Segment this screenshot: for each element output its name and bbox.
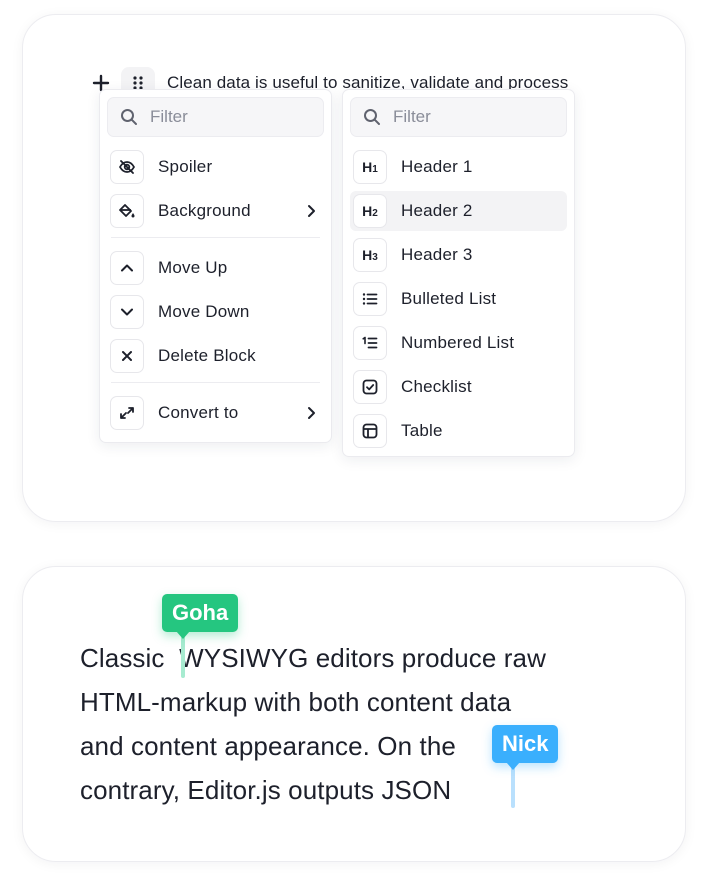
paragraph-line: and content appearance. On the (80, 731, 456, 761)
block-tunes-filter[interactable] (107, 97, 324, 137)
menu-item-bulleted-list[interactable]: Bulleted List (350, 279, 567, 319)
menu-item-label: Header 3 (401, 245, 473, 264)
heading-1-icon: H1 (353, 150, 387, 184)
collab-paragraph[interactable]: Classic WYSIWYG editors produce raw HTML… (80, 636, 640, 812)
convert-filter[interactable] (350, 97, 567, 137)
heading-glyph: H (362, 202, 373, 219)
convert-arrows-icon (110, 396, 144, 430)
heading-level: 1 (372, 163, 378, 175)
filter-input[interactable] (393, 107, 543, 127)
heading-glyph: H (362, 246, 373, 263)
heading-level: 3 (372, 251, 378, 263)
menu-item-label: Spoiler (158, 157, 213, 176)
chevron-right-icon (308, 407, 315, 419)
eye-off-icon (110, 150, 144, 184)
search-icon (121, 109, 137, 125)
menu-item-table[interactable]: Table (350, 411, 567, 451)
chevron-right-icon (308, 205, 315, 217)
collab-cursor-label-goha: Goha (162, 594, 239, 639)
menu-item-move-down[interactable]: Move Down (107, 292, 324, 332)
heading-glyph: H (362, 158, 373, 175)
paragraph-line: Classic WYSIWYG editors produce raw (80, 643, 546, 673)
menu-item-convert-to[interactable]: Convert to (107, 393, 324, 433)
collab-caret-nick (511, 766, 515, 808)
menu-item-label: Background (158, 201, 251, 220)
menu-item-label: Convert to (158, 403, 239, 422)
menu-item-label: Checklist (401, 377, 472, 396)
menu-item-header-2[interactable]: H2 Header 2 (350, 191, 567, 231)
chevron-down-icon (110, 295, 144, 329)
menu-item-label: Header 1 (401, 157, 473, 176)
menu-item-move-up[interactable]: Move Up (107, 248, 324, 288)
paint-bucket-icon (110, 194, 144, 228)
collab-caret-goha (181, 636, 185, 678)
block-tunes-menu: Spoiler Background Move Up Mo (99, 89, 332, 443)
checklist-icon (353, 370, 387, 404)
menu-item-numbered-list[interactable]: Numbered List (350, 323, 567, 363)
menu-item-label: Header 2 (401, 201, 473, 220)
numbered-list-icon (353, 326, 387, 360)
cross-icon (110, 339, 144, 373)
menu-item-label: Numbered List (401, 333, 515, 352)
filter-input[interactable] (150, 107, 300, 127)
bulleted-list-icon (353, 282, 387, 316)
convert-to-menu: H1 Header 1 H2 Header 2 H3 Header 3 Bull… (342, 89, 575, 457)
paragraph-line: contrary, Editor.js outputs JSON (80, 775, 452, 805)
menu-item-label: Table (401, 421, 443, 440)
menu-item-label: Bulleted List (401, 289, 497, 308)
search-icon (364, 109, 380, 125)
chevron-up-icon (110, 251, 144, 285)
menu-item-label: Move Up (158, 258, 228, 277)
menu-separator (111, 382, 320, 383)
heading-3-icon: H3 (353, 238, 387, 272)
menu-item-label: Delete Block (158, 346, 256, 365)
heading-level: 2 (372, 207, 378, 219)
menu-item-background[interactable]: Background (107, 191, 324, 231)
menu-item-checklist[interactable]: Checklist (350, 367, 567, 407)
menu-item-header-1[interactable]: H1 Header 1 (350, 147, 567, 187)
menu-separator (111, 237, 320, 238)
heading-2-icon: H2 (353, 194, 387, 228)
paragraph-line: HTML-markup with both content data (80, 687, 512, 717)
menu-item-delete-block[interactable]: Delete Block (107, 336, 324, 376)
menu-item-header-3[interactable]: H3 Header 3 (350, 235, 567, 275)
menu-item-label: Move Down (158, 302, 250, 321)
menu-item-spoiler[interactable]: Spoiler (107, 147, 324, 187)
collab-cursor-label-nick: Nick (492, 725, 559, 770)
table-icon (353, 414, 387, 448)
